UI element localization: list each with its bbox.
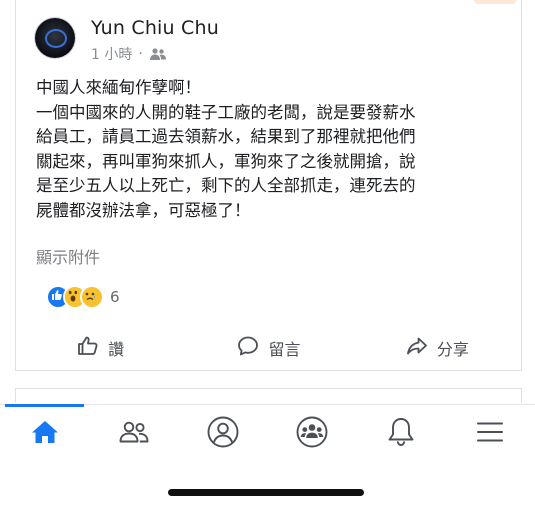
thumbs-up-icon <box>76 334 100 362</box>
tab-menu[interactable] <box>446 405 535 463</box>
partial-element-hint <box>474 0 516 4</box>
tab-profile[interactable] <box>178 405 267 463</box>
next-post-card-edge <box>15 388 522 403</box>
home-icon <box>30 417 60 451</box>
tab-home[interactable] <box>0 404 89 463</box>
post-meta: 1 小時 · <box>91 44 167 64</box>
friends-icon <box>117 417 151 451</box>
tab-notifications[interactable] <box>357 405 446 463</box>
like-label: 讚 <box>108 340 125 359</box>
menu-icon <box>475 417 505 451</box>
post-timestamp[interactable]: 1 小時 <box>91 44 132 64</box>
reactions-summary[interactable]: 6 <box>46 285 120 309</box>
comment-label: 留言 <box>268 340 301 359</box>
meta-separator: · <box>138 46 143 62</box>
avatar[interactable] <box>35 18 75 58</box>
tab-friends[interactable] <box>89 405 178 463</box>
show-attachment-link[interactable]: 顯示附件 <box>36 244 100 268</box>
post-card: Yun Chiu Chu 1 小時 · 中國人來緬甸作孽啊！ 一個中國來的人開的… <box>15 0 522 371</box>
post-text: 中國人來緬甸作孽啊！ 一個中國來的人開的鞋子工廠的老闆，說是要發薪水 給員工，請… <box>36 76 516 223</box>
post-text-line: 一個中國來的人開的鞋子工廠的老闆，說是要發薪水 <box>36 102 416 122</box>
post-text-line: 屍體都沒辦法拿，可惡極了！ <box>36 200 251 220</box>
tab-groups[interactable] <box>268 405 357 463</box>
friends-icon <box>149 47 167 61</box>
sad-icon <box>80 285 104 309</box>
share-icon <box>405 334 429 362</box>
comment-icon <box>236 334 260 362</box>
comment-button[interactable]: 留言 <box>184 330 352 366</box>
post-text-line: 中國人來緬甸作孽啊！ <box>36 78 201 97</box>
reaction-count: 6 <box>110 288 120 306</box>
home-indicator[interactable] <box>168 489 364 496</box>
share-button[interactable]: 分享 <box>353 330 521 366</box>
post-text-line: 是至少五人以上死亡，剩下的人全部抓走，連死去的 <box>36 176 416 195</box>
share-label: 分享 <box>436 340 469 359</box>
like-button[interactable]: 讚 <box>16 330 184 366</box>
post-text-line: 關起來，再叫軍狗來抓人，軍狗來了之後就開搶，說 <box>36 151 416 171</box>
post-text-line: 給員工，請員工過去領薪水，結果到了那裡就把他們 <box>36 127 416 146</box>
profile-icon <box>206 415 240 453</box>
groups-icon <box>295 415 329 453</box>
bell-icon <box>386 415 416 453</box>
avatar-logo-icon <box>45 29 67 48</box>
bottom-tab-bar <box>0 404 535 463</box>
post-author-name[interactable]: Yun Chiu Chu <box>91 17 219 39</box>
post-actions: 讚 留言 分享 <box>16 330 521 366</box>
